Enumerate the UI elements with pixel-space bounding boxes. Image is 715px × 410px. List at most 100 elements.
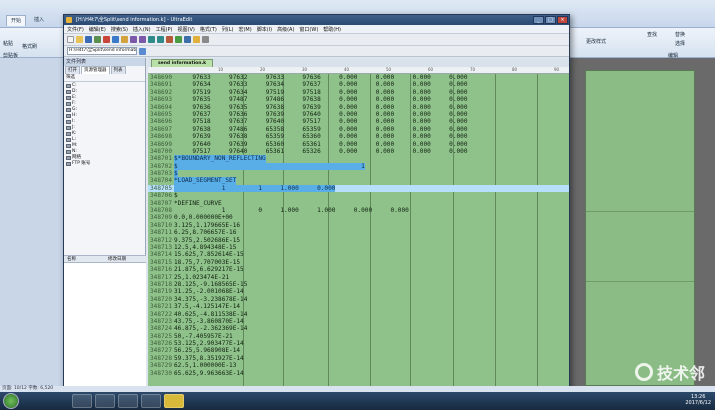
close-button[interactable]: × [557,16,568,24]
column-modified[interactable]: 修改日期 [105,256,146,262]
undo-icon[interactable] [130,36,137,43]
select-button[interactable]: 选择 [675,40,685,47]
menu-view[interactable]: 视图(V) [178,26,195,33]
tree-item[interactable]: FTP 账号 [66,161,143,167]
code-line[interactable]: 348697 97638 97486 65358 65359 0.000 0.0… [148,126,569,133]
compare-icon[interactable] [175,36,182,43]
window-title-bar[interactable]: [H:\H4t7\全Split\send information.k] - Ul… [64,15,569,25]
code-line[interactable]: 348724 46.875,-2.362369E-14 [148,325,569,332]
code-line[interactable]: 348715 18.75,7.707003E-15 [148,259,569,266]
code-line[interactable]: 348699 97640 97639 65360 65361 0.000 0.0… [148,141,569,148]
editor-tab[interactable]: send information.k [151,59,214,67]
code-line[interactable]: 348717 25,1.023474E-21 [148,274,569,281]
file-list[interactable] [64,263,146,388]
code-line[interactable]: 348709 0.0,0.000000E+00 [148,214,569,221]
code-line[interactable]: 348714 15.625,7.852614E-15 [148,251,569,258]
code-line[interactable]: 348723 43.75,-3.860870E-14 [148,318,569,325]
open-folder-icon[interactable] [76,36,83,43]
code-line[interactable]: 348722 40.625,-4.811538E-14 [148,311,569,318]
menu-advanced[interactable]: 高级(A) [277,26,294,33]
menu-help[interactable]: 帮助(H) [323,26,341,33]
code-line[interactable]: 348705 1 1 1.000 0.000 [148,184,569,193]
code-line[interactable]: 348700 97517 97640 65361 65326 0.000 0.0… [148,148,569,155]
cut-icon[interactable] [103,36,110,43]
code-line[interactable]: 348707 *DEFINE_CURVE [148,200,569,207]
code-view[interactable]: 348690 97633 97632 97633 97636 0.000 0.0… [148,74,569,391]
code-line[interactable]: 348725 50,-7.405957E-21 [148,333,569,340]
menu-insert[interactable]: 插入(N) [133,26,151,33]
taskbar-app[interactable] [95,394,115,408]
code-line[interactable]: 348729 62.5,1.000000E-13 [148,362,569,369]
bg-tab-home[interactable]: 开始 [6,15,27,26]
menu-edit[interactable]: 编辑(E) [89,26,106,33]
code-line[interactable]: 348691 97634 97633 97634 97637 0.000 0.0… [148,81,569,88]
menu-macro[interactable]: 宏(M) [238,26,251,33]
format-painter-button[interactable]: 格式刷 [22,43,37,50]
save-icon[interactable] [85,36,92,43]
code-line[interactable]: 348701 $*BOUNDARY_NON_REFLECTING [148,155,569,163]
minimize-button[interactable]: _ [533,16,544,24]
code-line[interactable]: 348694 97636 97635 97638 97639 0.000 0.0… [148,104,569,111]
code-line[interactable]: 348695 97637 97636 97639 97640 0.000 0.0… [148,111,569,118]
tab-open-files[interactable]: 打开 [65,66,80,74]
go-icon[interactable] [139,47,146,55]
copy-icon[interactable] [112,36,119,43]
code-line[interactable]: 348696 97518 97637 97640 97517 0.000 0.0… [148,118,569,125]
taskbar-app[interactable] [141,394,161,408]
code-line[interactable]: 348719 31.25,-2.001068E-14 [148,288,569,295]
tab-explorer[interactable]: 资源管理器 [81,66,110,74]
settings-icon[interactable] [202,36,209,43]
menu-file[interactable]: 文件(F) [67,26,84,33]
clock[interactable]: 13:26 2017/6/12 [685,394,711,406]
bg-tab-insert[interactable]: 插入 [30,15,48,26]
new-file-icon[interactable] [67,36,74,43]
code-line[interactable]: 348702 $ 1 [148,162,569,171]
find-icon[interactable] [148,36,155,43]
taskbar-app[interactable] [72,394,92,408]
bookmark-icon[interactable] [193,36,200,43]
code-line[interactable]: 348730 65.625,9.963663E-14 [148,370,569,377]
tab-list[interactable]: 列表 [110,66,126,74]
maximize-button[interactable]: □ [545,16,556,24]
code-line[interactable]: 348720 34.375,-3.238678E-14 [148,296,569,303]
paste-button[interactable]: 粘贴 [3,40,13,47]
code-line[interactable]: 348704 *LOAD_SEGMENT_SET [148,177,569,185]
code-line[interactable]: 348716 21.875,6.629217E-15 [148,266,569,273]
code-line[interactable]: 348721 37.5,-4.125147E-14 [148,303,569,310]
code-line[interactable]: 348712 9.375,2.502686E-15 [148,237,569,244]
change-styles-button[interactable]: 更改样式 [586,38,606,45]
code-line[interactable]: 348718 28.125,-9.168565E-15 [148,281,569,288]
code-line[interactable]: 348727 56.25,5.968908E-14 [148,347,569,354]
file-path-field[interactable]: H:\H4t7\全Split\send information.k [67,47,137,55]
code-line[interactable]: 348706 $ [148,192,569,199]
replace-icon[interactable] [157,36,164,43]
code-line[interactable]: 348690 97633 97632 97633 97636 0.000 0.0… [148,74,569,81]
code-line[interactable]: 348710 3.125,1.179665E-16 [148,222,569,229]
menu-format[interactable]: 格式(T) [200,26,217,33]
menu-window[interactable]: 窗口(W) [299,26,318,33]
code-line[interactable]: 348703 $ [148,170,569,178]
editor-area[interactable]: send information.k 10 20 30 40 50 60 70 … [148,58,569,391]
print-icon[interactable] [94,36,101,43]
start-button[interactable] [3,393,19,409]
menu-project[interactable]: 工程(P) [156,26,173,33]
wordwrap-icon[interactable] [184,36,191,43]
taskbar-app-ultraedit[interactable] [164,394,184,408]
code-line[interactable]: 348726 53.125,2.903477E-14 [148,340,569,347]
redo-icon[interactable] [139,36,146,43]
column-name[interactable]: 名称 [64,256,105,262]
code-line[interactable]: 348728 59.375,8.351927E-14 [148,355,569,362]
ftp-icon[interactable] [166,36,173,43]
menu-script[interactable]: 脚本(I) [257,26,272,33]
code-line[interactable]: 348711 6.25,8.706657E-16 [148,229,569,236]
find-button[interactable]: 查找 [647,31,657,38]
menu-search[interactable]: 搜索(S) [111,26,128,33]
code-line[interactable]: 348698 97639 97638 65359 65360 0.000 0.0… [148,133,569,140]
code-line[interactable]: 348692 97519 97634 97519 97518 0.000 0.0… [148,89,569,96]
code-line[interactable]: 348693 97635 97487 97486 97638 0.000 0.0… [148,96,569,103]
filter-label[interactable]: 筛选 [64,74,145,82]
replace-button[interactable]: 替换 [675,31,685,38]
taskbar-app[interactable] [118,394,138,408]
code-line[interactable]: 348708 1 0 1.000 1.000 0.000 0.000 [148,207,569,214]
code-line[interactable]: 348713 12.5,4.894348E-15 [148,244,569,251]
